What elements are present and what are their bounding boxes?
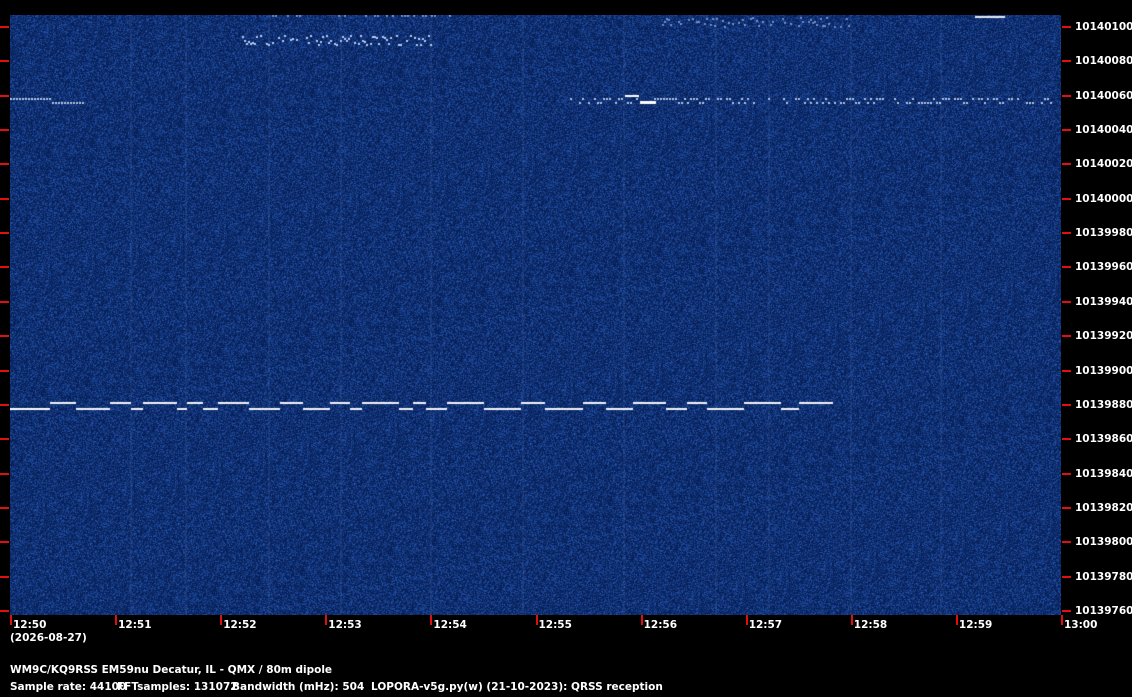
frequency-tick-right	[1062, 609, 1071, 612]
frequency-tick-right	[1062, 438, 1071, 441]
frequency-tick-left	[0, 300, 9, 303]
frequency-label: 10139840	[1075, 467, 1132, 480]
time-label: 12:57	[748, 619, 783, 631]
time-tick	[1061, 615, 1063, 625]
frequency-tick-left	[0, 609, 9, 612]
frequency-label: 10139920	[1075, 330, 1132, 343]
frequency-tick-left	[0, 438, 9, 441]
time-tick	[10, 615, 12, 625]
frequency-label: 10139900	[1075, 364, 1132, 377]
frequency-tick-left	[0, 266, 9, 269]
time-label: 13:00	[1064, 619, 1098, 631]
frequency-tick-left	[0, 129, 9, 132]
frequency-tick-right	[1062, 506, 1071, 509]
frequency-tick-right	[1062, 60, 1071, 63]
frequency-tick-left	[0, 163, 9, 166]
frequency-tick-left	[0, 472, 9, 475]
frequency-tick-left	[0, 403, 9, 406]
spectrogram-plot	[10, 15, 1061, 615]
frequency-label: 10139880	[1075, 398, 1132, 411]
frequency-tick-left	[0, 575, 9, 578]
frequency-label: 10140040	[1075, 124, 1132, 137]
frequency-label: 10139860	[1075, 433, 1132, 446]
frequency-tick-left	[0, 60, 9, 63]
frequency-tick-right	[1062, 197, 1071, 200]
station-info: WM9C/KQ9RSS EM59nu Decatur, IL - QMX / 8…	[10, 664, 333, 676]
frequency-tick-right	[1062, 300, 1071, 303]
time-label: 12:55	[538, 619, 572, 631]
time-label: 12:52	[223, 619, 257, 631]
time-tick	[115, 615, 118, 625]
time-tick	[325, 615, 328, 625]
frequency-label: 10139800	[1075, 536, 1132, 549]
frequency-tick-left	[0, 369, 9, 372]
time-tick	[745, 615, 748, 625]
frequency-tick-right	[1062, 26, 1071, 28]
time-label: 12:54	[433, 619, 467, 631]
time-label: 12:50	[13, 619, 47, 631]
waterfall-canvas	[10, 15, 1061, 615]
time-label: 12:59	[958, 619, 993, 631]
frequency-tick-right	[1062, 94, 1071, 97]
frequency-tick-right	[1062, 575, 1071, 578]
frequency-tick-left	[0, 541, 9, 544]
time-tick	[955, 615, 958, 625]
time-label: 12:58	[853, 619, 888, 631]
frequency-label: 10139760	[1075, 604, 1132, 617]
frequency-tick-right	[1062, 163, 1071, 166]
frequency-label: 10140080	[1075, 55, 1132, 68]
frequency-label: 10140000	[1075, 192, 1132, 205]
frequency-label: 10139960	[1075, 261, 1132, 274]
frequency-tick-right	[1062, 541, 1071, 544]
frequency-label: 10139980	[1075, 227, 1132, 240]
frequency-tick-left	[0, 197, 9, 200]
frequency-label: 10139940	[1075, 295, 1132, 308]
frequency-tick-left	[0, 232, 9, 235]
frequency-label: 10139780	[1075, 570, 1132, 583]
frequency-tick-right	[1062, 472, 1071, 475]
frequency-tick-right	[1062, 403, 1071, 406]
frequency-tick-right	[1062, 232, 1071, 235]
frequency-tick-left	[0, 335, 9, 338]
fft-samples: FFTsamples: 131072	[117, 681, 238, 693]
bandwidth: Bandwidth (mHz): 504	[232, 681, 365, 693]
time-label: 12:51	[118, 619, 152, 631]
frequency-tick-left	[0, 94, 9, 97]
date-label: (2026-08-27)	[10, 632, 87, 644]
frequency-tick-left	[0, 26, 9, 28]
frequency-label: 10140100	[1075, 21, 1132, 33]
time-tick	[640, 615, 643, 625]
time-tick	[430, 615, 433, 625]
frequency-tick-right	[1062, 266, 1071, 269]
frequency-label: 10140020	[1075, 158, 1132, 171]
time-tick	[850, 615, 853, 625]
frequency-tick-right	[1062, 129, 1071, 132]
frequency-label: 10139820	[1075, 501, 1132, 514]
time-label: 12:56	[643, 619, 678, 631]
frequency-tick-left	[0, 506, 9, 509]
frequency-tick-right	[1062, 335, 1071, 338]
time-label: 12:53	[328, 619, 362, 631]
sample-rate: Sample rate: 44100	[10, 681, 127, 693]
time-tick	[535, 615, 538, 625]
software-info: LOPORA-v5g.py(w) (21-10-2023): QRSS rece…	[371, 681, 663, 693]
frequency-label: 10140060	[1075, 89, 1132, 102]
time-tick	[220, 615, 223, 625]
frequency-tick-right	[1062, 369, 1071, 372]
